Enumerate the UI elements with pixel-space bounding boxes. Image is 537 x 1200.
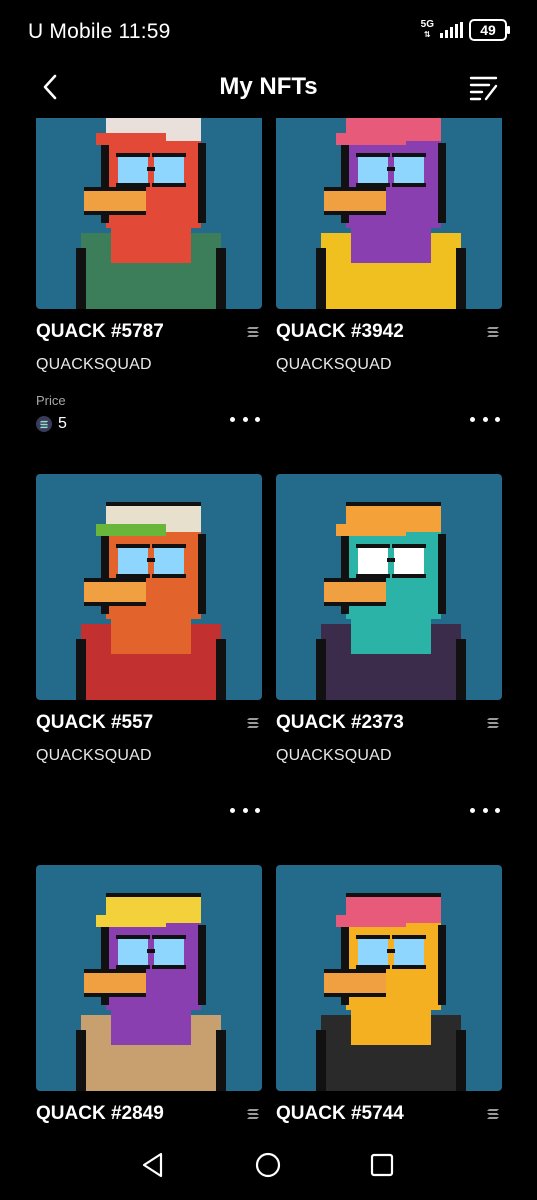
nft-card[interactable]: QUACK #5787 QUACKSQUAD Price 5 xyxy=(36,118,262,474)
nft-collection-name: QUACKSQUAD xyxy=(276,356,392,373)
nft-collection-name: QUACKSQUAD xyxy=(36,747,152,764)
solana-token-icon xyxy=(36,416,52,432)
solana-chain-icon xyxy=(487,327,499,337)
nft-title-row: QUACK #3942 xyxy=(276,321,502,343)
nft-collection-name: QUACKSQUAD xyxy=(276,747,392,764)
nft-card[interactable]: QUACK #3942 QUACKSQUAD xyxy=(276,118,502,474)
nft-collection-name: QUACKSQUAD xyxy=(36,356,152,373)
duck-avatar-image xyxy=(76,502,226,700)
duck-avatar-image xyxy=(316,893,466,1091)
nft-thumbnail[interactable] xyxy=(276,474,502,700)
battery-icon: 49 xyxy=(469,19,510,41)
nft-title-row: QUACK #5787 xyxy=(36,321,262,343)
nav-back-button[interactable] xyxy=(136,1148,170,1182)
dot-icon xyxy=(482,807,488,813)
triangle-back-icon xyxy=(142,1152,163,1178)
dot-icon xyxy=(470,416,475,422)
nft-title-row: QUACK #5744 xyxy=(276,1103,502,1125)
nft-thumbnail[interactable] xyxy=(36,118,262,309)
nft-name: QUACK #557 xyxy=(36,712,154,733)
more-options-button[interactable] xyxy=(230,409,260,429)
nft-card[interactable]: QUACK #2373 QUACKSQUAD xyxy=(276,474,502,865)
nft-thumbnail[interactable] xyxy=(276,865,502,1091)
more-options-button[interactable] xyxy=(470,409,500,429)
nft-title-row: QUACK #557 xyxy=(36,712,262,734)
status-bar: U Mobile 11:59 5G ⇅ 49 xyxy=(0,0,537,60)
price-value-row: 5 xyxy=(36,415,67,433)
nft-thumbnail[interactable] xyxy=(276,118,502,309)
page-title: My NFTs xyxy=(219,73,318,100)
app-header: My NFTs xyxy=(0,60,537,118)
dot-icon xyxy=(255,807,260,813)
dot-icon xyxy=(255,416,260,422)
solana-chain-icon xyxy=(487,718,499,728)
nft-title-row: QUACK #2849 xyxy=(36,1103,262,1125)
dot-icon xyxy=(495,807,500,813)
status-icons: 5G ⇅ 49 xyxy=(420,19,510,41)
duck-avatar-image xyxy=(76,893,226,1091)
signal-icon xyxy=(440,22,463,38)
solana-chain-icon xyxy=(487,1109,499,1119)
nft-thumbnail[interactable] xyxy=(36,865,262,1091)
square-recents-icon xyxy=(370,1153,394,1177)
circle-home-icon xyxy=(255,1152,281,1178)
nft-card[interactable]: QUACK #2849QUACKSQUAD xyxy=(36,865,262,1130)
duck-avatar-image xyxy=(316,502,466,700)
duck-avatar-image xyxy=(76,118,226,309)
system-navigation-bar xyxy=(0,1130,537,1200)
nft-name: QUACK #5787 xyxy=(36,321,164,342)
nft-name: QUACK #5744 xyxy=(276,1103,404,1124)
nft-name: QUACK #3942 xyxy=(276,321,404,342)
nft-grid: QUACK #5787 QUACKSQUAD Price 5 QUACK #3942 QU… xyxy=(36,118,502,1130)
sort-filter-button[interactable] xyxy=(469,74,499,102)
nft-card[interactable]: QUACK #5744QUACKSQUAD xyxy=(276,865,502,1130)
network-indicator: 5G ⇅ xyxy=(420,19,434,40)
price-label: Price xyxy=(36,393,66,408)
dot-icon xyxy=(470,807,475,813)
solana-chain-icon xyxy=(247,327,259,337)
sort-icon xyxy=(469,76,498,101)
duck-avatar-image xyxy=(316,118,466,309)
more-options-button[interactable] xyxy=(230,800,260,820)
dot-icon xyxy=(230,807,235,813)
dot-icon xyxy=(230,416,235,422)
nft-card[interactable]: QUACK #557 QUACKSQUAD xyxy=(36,474,262,865)
dot-icon xyxy=(242,416,248,422)
nft-name: QUACK #2373 xyxy=(276,712,404,733)
price-value: 5 xyxy=(58,415,67,432)
nft-grid-scroll[interactable]: QUACK #5787 QUACKSQUAD Price 5 QUACK #3942 QU… xyxy=(0,118,537,1130)
nft-title-row: QUACK #2373 xyxy=(276,712,502,734)
dot-icon xyxy=(482,416,488,422)
nft-name: QUACK #2849 xyxy=(36,1103,164,1124)
nav-recents-button[interactable] xyxy=(365,1148,399,1182)
nft-thumbnail[interactable] xyxy=(36,474,262,700)
solana-chain-icon xyxy=(247,718,259,728)
dot-icon xyxy=(242,807,248,813)
more-options-button[interactable] xyxy=(470,800,500,820)
nav-home-button[interactable] xyxy=(251,1148,285,1182)
carrier-time: U Mobile 11:59 xyxy=(28,20,171,43)
dot-icon xyxy=(495,416,500,422)
solana-chain-icon xyxy=(247,1109,259,1119)
